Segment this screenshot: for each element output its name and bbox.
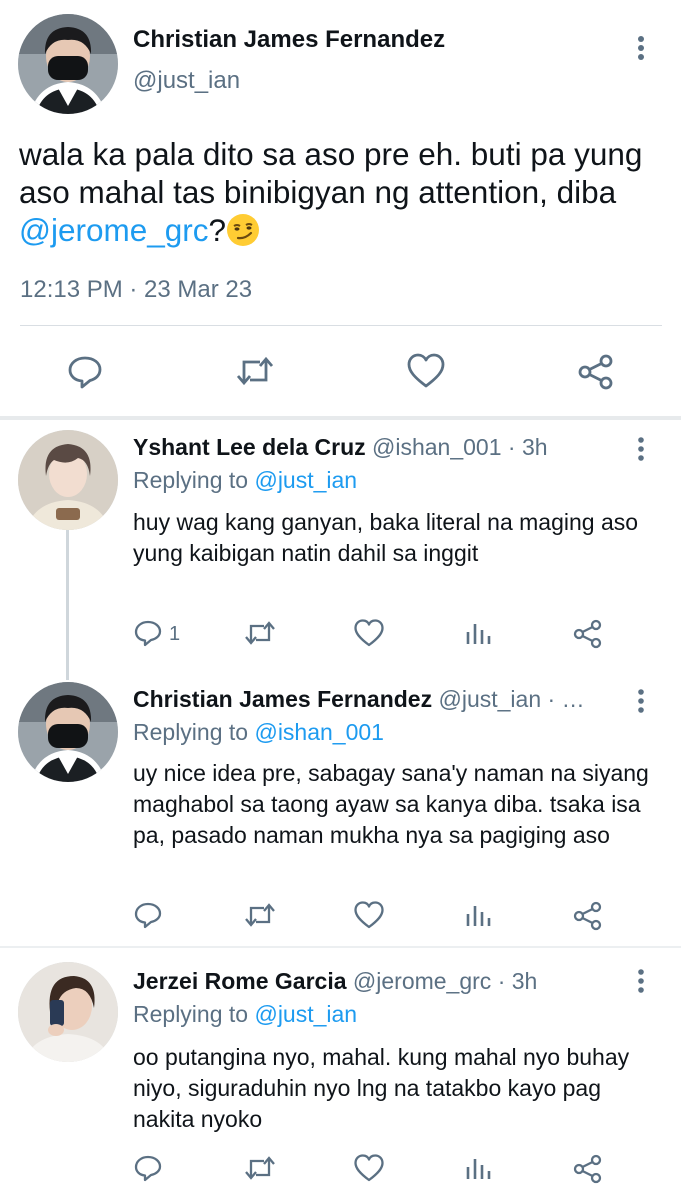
author-handle[interactable]: @just_ian — [133, 67, 240, 95]
replying-to: Replying to @just_ian — [133, 467, 357, 494]
replying-label: Replying to — [133, 719, 249, 745]
retweet-icon[interactable] — [243, 1153, 277, 1183]
main-tweet: Christian James Fernandez @just_ian wala… — [0, 0, 681, 418]
reply-icon[interactable] — [133, 1153, 163, 1183]
replying-label: Replying to — [133, 467, 249, 493]
reply-count: 1 — [169, 623, 181, 645]
mention-link[interactable]: @jerome_grc — [19, 212, 209, 248]
reply-icon[interactable] — [133, 618, 163, 648]
retweet-icon[interactable] — [243, 618, 277, 648]
author-meta[interactable]: @ishan_001 · 3h — [372, 434, 548, 460]
author-name[interactable]: Christian James Fernandez — [133, 26, 445, 54]
divider — [20, 325, 662, 326]
more-options-icon[interactable] — [630, 436, 652, 462]
reply-tweet[interactable]: Jerzei Rome Garcia @jerome_grc · 3h Repl… — [0, 948, 681, 1200]
replying-to: Replying to @ishan_001 — [133, 719, 384, 746]
retweet-icon[interactable] — [243, 900, 277, 930]
share-icon[interactable] — [572, 618, 604, 650]
replying-to-link[interactable]: @just_ian — [254, 467, 357, 493]
avatar[interactable] — [18, 682, 118, 782]
tweet-actions — [0, 352, 681, 396]
avatar[interactable] — [18, 962, 118, 1062]
reply-text: oo putangina nyo, mahal. kung mahal nyo … — [133, 1044, 630, 1132]
reply-tweet[interactable]: Yshant Lee dela Cruz @ishan_001 · 3h Rep… — [0, 420, 681, 680]
reply-tweet[interactable]: Christian James Fernandez @just_ian · … … — [0, 680, 681, 946]
author-meta[interactable]: @jerome_grc · 3h — [353, 968, 537, 994]
replying-to-link[interactable]: @ishan_001 — [254, 719, 384, 745]
reply-actions — [0, 1153, 681, 1187]
author-name[interactable]: Jerzei Rome Garcia — [133, 968, 347, 994]
share-icon[interactable] — [576, 352, 616, 392]
reply-actions: 1 — [0, 618, 681, 652]
avatar[interactable] — [18, 430, 118, 530]
replying-label: Replying to — [133, 1001, 249, 1027]
more-options-icon[interactable] — [630, 968, 652, 994]
reply-icon[interactable] — [133, 900, 163, 930]
analytics-icon[interactable] — [464, 618, 492, 648]
tweet-text-body: wala ka pala dito sa aso pre eh. buti pa… — [19, 136, 643, 210]
tweet-text-end: ? — [208, 212, 227, 248]
like-icon[interactable] — [353, 618, 385, 648]
avatar[interactable] — [18, 14, 118, 114]
share-icon[interactable] — [572, 1153, 604, 1185]
author-name[interactable]: Yshant Lee dela Cruz — [133, 434, 366, 460]
reply-header: Yshant Lee dela Cruz @ishan_001 · 3h — [133, 434, 629, 461]
reply-header: Christian James Fernandez @just_ian · … — [133, 686, 629, 713]
tweet-text: wala ka pala dito sa aso pre eh. buti pa… — [19, 135, 669, 249]
analytics-icon[interactable] — [464, 1153, 492, 1183]
reply-text: uy nice idea pre, sabagay sana'y naman n… — [133, 760, 649, 848]
like-icon[interactable] — [406, 352, 446, 390]
reply-header: Jerzei Rome Garcia @jerome_grc · 3h — [133, 968, 629, 995]
share-icon[interactable] — [572, 900, 604, 932]
retweet-icon[interactable] — [234, 352, 276, 390]
reply-icon[interactable] — [66, 352, 104, 390]
tweet-timestamp[interactable]: 12:13 PM · 23 Mar 23 — [20, 276, 252, 304]
smirking-face-emoji-icon — [226, 213, 260, 247]
more-options-icon[interactable] — [630, 34, 652, 62]
like-icon[interactable] — [353, 1153, 385, 1183]
replying-to-link[interactable]: @just_ian — [254, 1001, 357, 1027]
analytics-icon[interactable] — [464, 900, 492, 930]
more-options-icon[interactable] — [630, 688, 652, 714]
replying-to: Replying to @just_ian — [133, 1001, 357, 1028]
reply-text: huy wag kang ganyan, baka literal na mag… — [133, 509, 639, 566]
author-name[interactable]: Christian James Fernandez — [133, 686, 432, 712]
author-meta[interactable]: @just_ian · … — [439, 686, 585, 712]
reply-actions — [0, 900, 681, 934]
like-icon[interactable] — [353, 900, 385, 930]
